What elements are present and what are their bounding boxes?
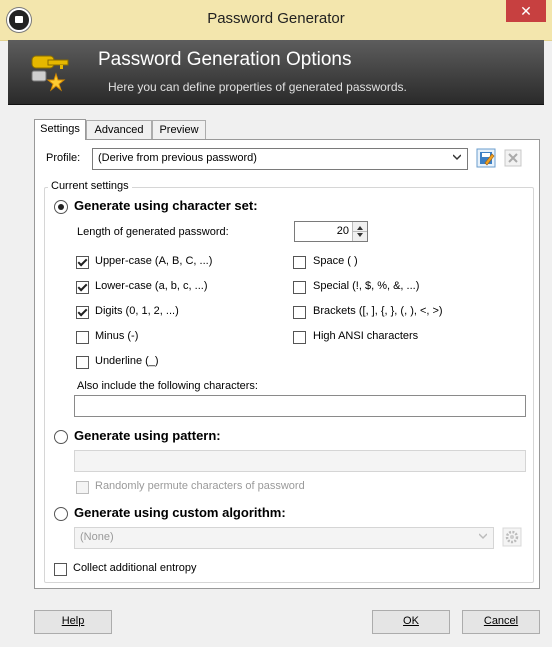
permute-label: Randomly permute characters of password xyxy=(95,480,305,492)
high-ansi-label: High ANSI characters xyxy=(313,330,419,342)
digits-checkbox[interactable] xyxy=(76,306,89,319)
space-label: Space ( ) xyxy=(313,255,358,267)
pattern-input[interactable] xyxy=(74,450,526,472)
also-include-label: Also include the following characters: xyxy=(77,380,258,392)
close-button[interactable]: ✕ xyxy=(506,0,546,22)
charset-radio-label: Generate using character set: xyxy=(74,198,258,213)
underline-label: Underline (_) xyxy=(95,355,159,367)
high-ansi-checkbox[interactable] xyxy=(293,331,306,344)
tab-settings[interactable]: Settings xyxy=(34,119,86,140)
profile-label: Profile: xyxy=(46,152,81,164)
charset-radio[interactable] xyxy=(54,200,68,214)
brackets-label: Brackets ([, ], {, }, (, ), <, >) xyxy=(313,305,443,317)
custom-radio-label: Generate using custom algorithm: xyxy=(74,505,286,520)
save-profile-icon[interactable] xyxy=(476,148,496,168)
key-icon xyxy=(31,55,69,92)
current-settings-label: Current settings xyxy=(48,180,132,192)
tab-advanced[interactable]: Advanced xyxy=(86,120,152,140)
uppercase-checkbox[interactable] xyxy=(76,256,89,269)
uppercase-label: Upper-case (A, B, C, ...) xyxy=(95,255,213,267)
profile-value: (Derive from previous password) xyxy=(98,152,257,164)
underline-checkbox[interactable] xyxy=(76,356,89,369)
length-spinner[interactable]: 20 xyxy=(294,221,368,242)
custom-algorithm-dropdown[interactable]: (None) xyxy=(74,527,494,549)
length-label: Length of generated password: xyxy=(77,226,229,238)
spin-arrows-icon xyxy=(353,226,367,237)
pattern-radio[interactable] xyxy=(54,430,68,444)
entropy-label: Collect additional entropy xyxy=(73,562,197,574)
lowercase-checkbox[interactable] xyxy=(76,281,89,294)
chevron-down-icon xyxy=(453,154,461,161)
custom-radio[interactable] xyxy=(54,507,68,521)
banner-title: Password Generation Options xyxy=(98,49,352,70)
length-value: 20 xyxy=(336,225,349,237)
brackets-checkbox[interactable] xyxy=(293,306,306,319)
cancel-button[interactable]: Cancel xyxy=(462,610,540,634)
digits-label: Digits (0, 1, 2, ...) xyxy=(95,305,179,317)
ok-button[interactable]: OK xyxy=(372,610,450,634)
lowercase-label: Lower-case (a, b, c, ...) xyxy=(95,280,208,292)
special-checkbox[interactable] xyxy=(293,281,306,294)
also-include-input[interactable] xyxy=(74,395,526,417)
window-title: Password Generator xyxy=(207,10,345,27)
permute-checkbox[interactable] xyxy=(76,481,89,494)
help-button[interactable]: Help xyxy=(34,610,112,634)
delete-profile-icon[interactable] xyxy=(503,148,523,168)
chevron-down-icon xyxy=(479,533,487,540)
profile-dropdown[interactable]: (Derive from previous password) xyxy=(92,148,468,170)
special-label: Special (!, $, %, &, ...) xyxy=(313,280,420,292)
spinner-buttons[interactable] xyxy=(352,222,367,241)
header-banner: Password Generation Options Here you can… xyxy=(8,40,544,105)
minus-label: Minus (-) xyxy=(95,330,139,342)
space-checkbox[interactable] xyxy=(293,256,306,269)
gear-icon[interactable] xyxy=(502,527,522,547)
tab-preview[interactable]: Preview xyxy=(152,120,206,140)
minus-checkbox[interactable] xyxy=(76,331,89,344)
custom-algorithm-value: (None) xyxy=(80,531,114,543)
title-bar: Password Generator ✕ xyxy=(0,0,552,41)
pattern-radio-label: Generate using pattern: xyxy=(74,428,221,443)
banner-subtitle: Here you can define properties of genera… xyxy=(108,80,407,94)
entropy-checkbox[interactable] xyxy=(54,563,67,576)
